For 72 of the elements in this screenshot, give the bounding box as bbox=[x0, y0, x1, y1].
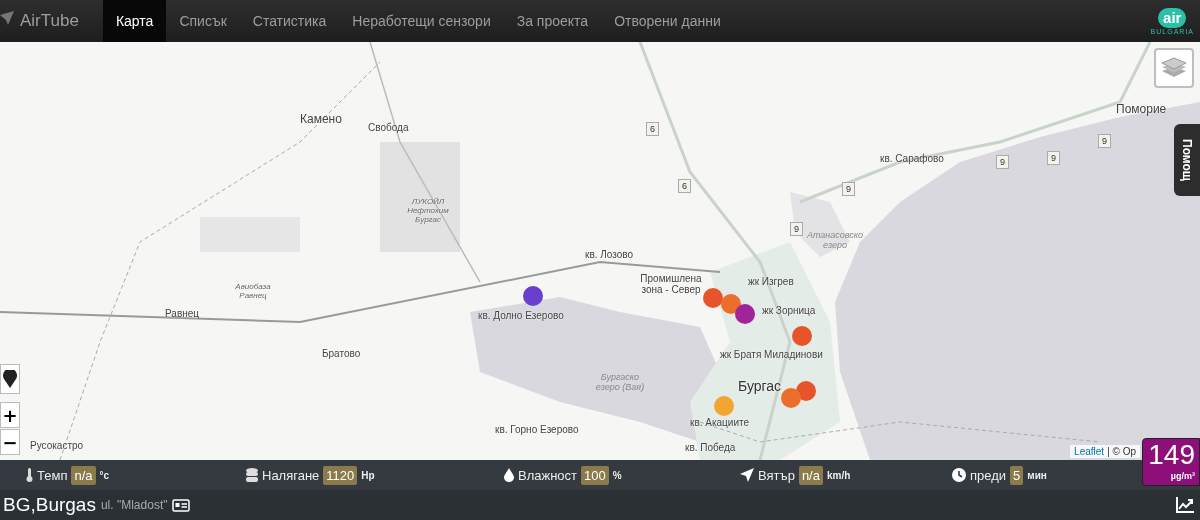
place-label: жк Братя Миладинови bbox=[720, 349, 823, 360]
paper-plane-icon bbox=[740, 468, 754, 482]
stat-value: n/a bbox=[798, 465, 823, 485]
stat-value: n/a bbox=[71, 465, 96, 485]
nav-tab[interactable]: За проекта bbox=[503, 0, 602, 42]
thermometer-icon bbox=[26, 468, 33, 482]
pm-unit: µg/m³ bbox=[1170, 471, 1195, 481]
place-label: Братово bbox=[322, 348, 361, 359]
sensor-marker[interactable] bbox=[523, 286, 543, 306]
place-label: жк Изгрев bbox=[748, 276, 794, 287]
stat-unit: % bbox=[612, 469, 622, 481]
road-number: 9 bbox=[996, 155, 1009, 169]
stat-unit: мин bbox=[1027, 469, 1047, 481]
nav-tab[interactable]: Карта bbox=[102, 0, 167, 42]
stat-label: преди bbox=[970, 467, 1007, 483]
sensor-marker[interactable] bbox=[703, 288, 723, 308]
nav-tab[interactable]: Списък bbox=[166, 0, 240, 42]
stat-unit: Hp bbox=[361, 469, 375, 481]
place-label: кв. Победа bbox=[685, 442, 736, 453]
stat-value: 100 bbox=[581, 465, 609, 485]
place-label: Бургаско езеро (Вая) bbox=[594, 372, 646, 392]
nav-tab[interactable]: Отворени данни bbox=[601, 0, 734, 42]
place-label: Равнец bbox=[165, 308, 200, 319]
attribution-link[interactable]: Leaflet bbox=[1074, 446, 1105, 457]
place-label: Свобода bbox=[368, 122, 409, 133]
place-label: Русокастро bbox=[30, 440, 84, 451]
zoom-out-button[interactable]: − bbox=[0, 429, 20, 455]
help-tab[interactable]: Помощ bbox=[1174, 124, 1200, 196]
road-number: 9 bbox=[1047, 151, 1060, 165]
stat-unit: km/h bbox=[826, 469, 851, 481]
place-label: кв. Сарафово bbox=[880, 153, 944, 164]
place-label: ЛУКОЙЛ Нефтохим Бургас bbox=[406, 197, 450, 224]
place-label: Авиобаза Равнец bbox=[234, 282, 272, 300]
place-label: Бургас bbox=[738, 378, 782, 394]
sensor-city: BG,Burgas bbox=[3, 494, 96, 516]
locate-button[interactable] bbox=[0, 364, 20, 394]
water-drop-icon bbox=[504, 468, 514, 482]
road-number: 6 bbox=[646, 122, 659, 136]
nav-tab[interactable]: Неработещи сензори bbox=[339, 0, 504, 42]
place-label: кв. Горно Езерово bbox=[495, 424, 579, 435]
place-label: жк Зорница bbox=[762, 305, 816, 316]
map-pin-icon bbox=[3, 370, 17, 388]
database-icon bbox=[246, 468, 258, 482]
attribution-text: | © Op bbox=[1107, 446, 1136, 457]
stat-label: Темп bbox=[37, 467, 68, 483]
zoom-in-button[interactable]: + bbox=[0, 402, 20, 428]
stat-label: Налягане bbox=[262, 467, 320, 483]
place-label: Атанасовско езеро bbox=[805, 230, 865, 250]
road-number: 9 bbox=[790, 222, 803, 236]
stat-value: 1120 bbox=[323, 465, 358, 485]
place-label: кв. Лозово bbox=[585, 249, 634, 260]
place-label: Промишлена зона - Север bbox=[639, 273, 703, 295]
sensor-street: ul. "Mladost" bbox=[100, 498, 168, 512]
logo-word: air bbox=[1158, 7, 1187, 28]
place-label: Поморие bbox=[1116, 102, 1167, 116]
layers-icon bbox=[1162, 57, 1186, 79]
road-number: 9 bbox=[842, 182, 855, 196]
place-label: Камено bbox=[300, 112, 342, 126]
nav-tab[interactable]: Статистика bbox=[239, 0, 340, 42]
line-chart-icon[interactable] bbox=[1176, 497, 1194, 513]
place-label: кв. Долно Езерово bbox=[478, 310, 564, 321]
stat-label: Вятър bbox=[758, 467, 795, 483]
place-label: кв. Акациите bbox=[690, 417, 749, 428]
id-card-icon[interactable] bbox=[172, 498, 191, 512]
stat-unit: °c bbox=[99, 469, 110, 481]
brand-name[interactable]: AirTube bbox=[20, 11, 79, 31]
pm-value: 149 bbox=[1148, 439, 1195, 471]
road-number: 9 bbox=[1098, 134, 1111, 148]
stat-label: Влажност bbox=[518, 467, 578, 483]
clock-icon bbox=[952, 468, 966, 482]
road-number: 6 bbox=[678, 179, 691, 193]
stat-value: 5 bbox=[1010, 465, 1024, 485]
